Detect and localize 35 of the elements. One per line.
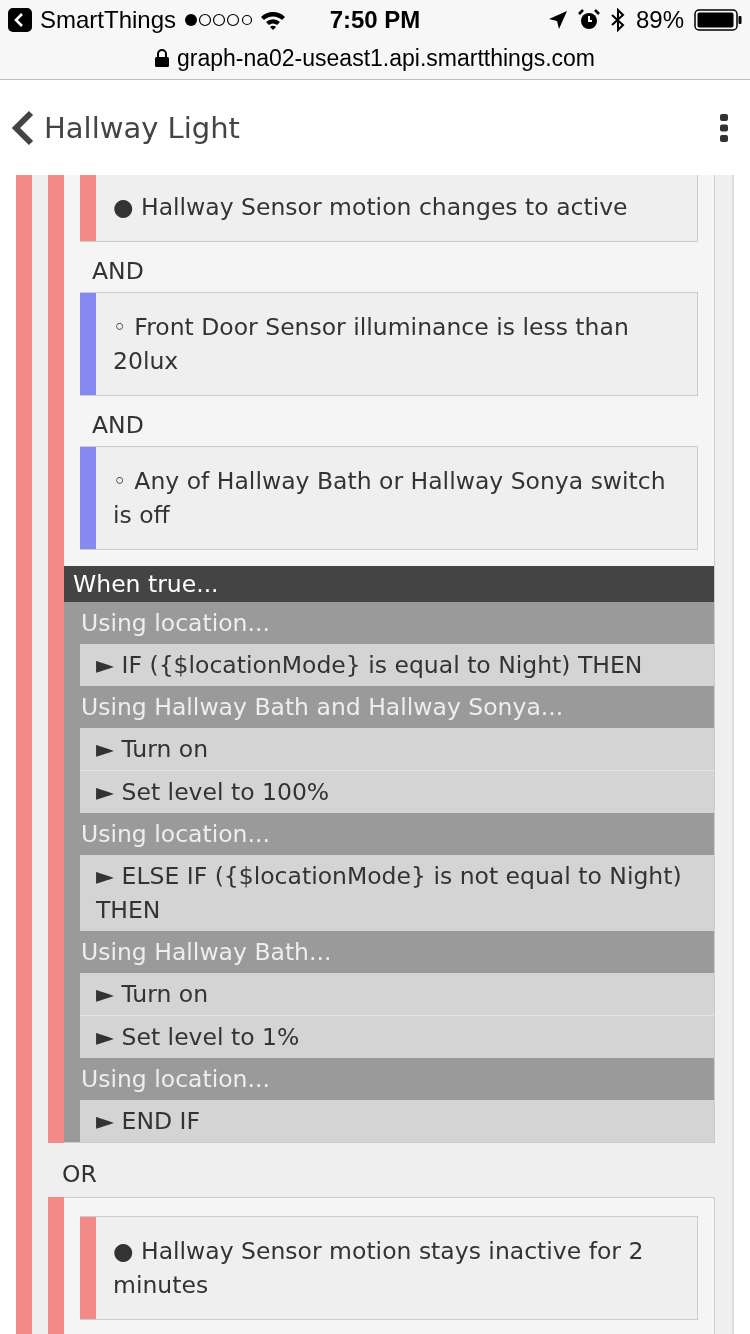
more-menu-icon[interactable] (720, 113, 728, 142)
condition-text: ◦ Any of Hallway Bath or Hallway Sonya switch is off (112, 466, 667, 531)
action-statement: ► Set level to 100% (80, 771, 714, 813)
action-statement: ► Turn on (80, 728, 714, 771)
condition-text: ● Hallway Sensor motion changes to active (112, 192, 629, 223)
condition-text: ● Hallway Sensor motion stays inactive for 2 minutes (112, 1236, 645, 1301)
battery-icon (694, 9, 742, 31)
using-device-label: Using Hallway Bath and Hallway Sonya... (80, 692, 565, 723)
using-device-label: Using location... (80, 819, 271, 850)
alarm-clock-icon (577, 9, 600, 31)
using-device-label: Using location... (80, 1064, 271, 1095)
condition-text: ◦ Front Door Sensor illuminance is less than 20lux (112, 312, 630, 377)
logic-operator: AND (91, 256, 145, 287)
clock-time: 7:50 PM (328, 6, 422, 34)
wifi-icon (260, 10, 287, 30)
url-text: graph-na02-useast1.api.smartthings.com (176, 44, 596, 72)
location-arrow-icon (547, 10, 568, 30)
back-app-label[interactable]: SmartThings (40, 6, 177, 34)
action-statement: ► Turn on (80, 973, 714, 1016)
action-statement: ► Set level to 1% (80, 1016, 714, 1058)
battery-percent: 89% (635, 6, 684, 34)
page-title: Hallway Light (44, 110, 241, 145)
logic-operator: OR (61, 1159, 98, 1190)
action-statement: ► ELSE IF ({$locationMode} is not equal to Night) THEN (80, 855, 714, 931)
back-icon[interactable] (10, 109, 36, 146)
when-true-header: When true... (64, 566, 714, 602)
signal-icon (184, 13, 253, 27)
lock-icon (154, 49, 169, 67)
bluetooth-icon (609, 8, 626, 32)
action-statement: ► IF ({$locationMode} is equal to Night) THEN (80, 644, 714, 686)
action-statement: ► END IF (80, 1100, 714, 1142)
logic-operator: AND (91, 410, 145, 441)
using-device-label: Using Hallway Bath... (80, 937, 333, 968)
back-app-icon[interactable] (8, 8, 32, 32)
using-device-label: Using location... (80, 608, 271, 639)
